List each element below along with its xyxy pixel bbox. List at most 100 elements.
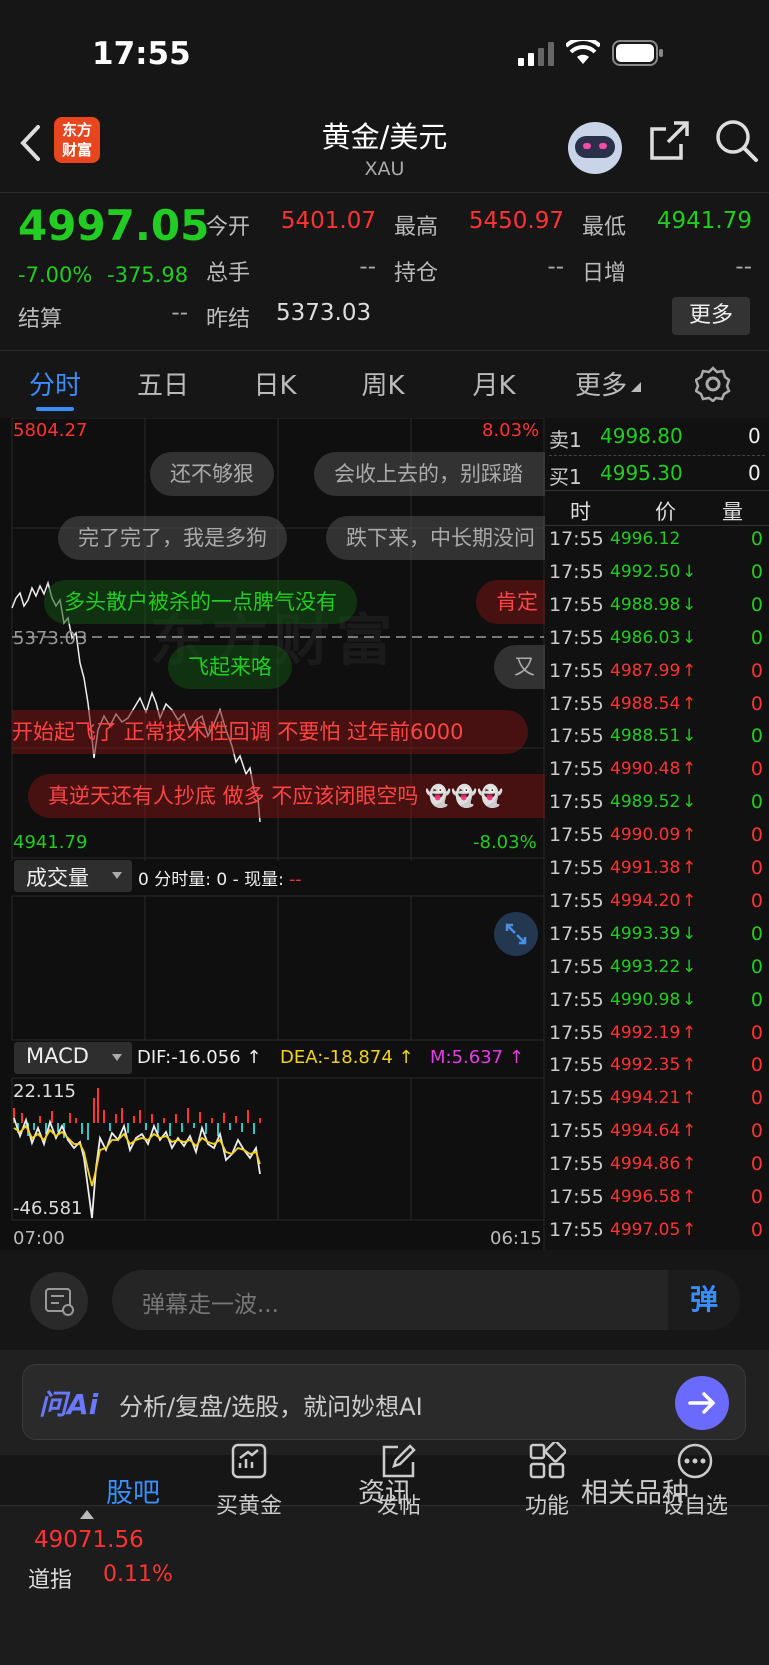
tab-5day[interactable]: 五日 <box>128 365 198 402</box>
tick-row: 17:55 4996.12 0 <box>547 528 769 561</box>
add-watchlist-button[interactable]: 设自选 <box>620 1442 769 1520</box>
index-name[interactable]: 道指 <box>28 1562 72 1594</box>
tick-arrow: ↑ <box>682 858 697 878</box>
macd-indicator-select[interactable]: MACD <box>14 1042 132 1074</box>
chevron-down-icon <box>112 1054 122 1061</box>
wifi-icon <box>566 40 600 64</box>
tick-price: 4994.86 <box>610 1154 681 1175</box>
open-label: 今开 <box>206 215 251 240</box>
post-button[interactable]: 发帖 <box>324 1442 474 1520</box>
functions-label: 功能 <box>524 1494 569 1519</box>
tick-volume: 0 <box>750 988 763 1011</box>
share-icon[interactable] <box>648 120 690 162</box>
tick-row: 17:55 4992.35 ↑ 0 <box>547 1054 769 1087</box>
status-time: 17:55 <box>92 36 191 72</box>
tab-weekly-k[interactable]: 周K <box>348 365 418 402</box>
tick-row: 17:55 4988.54 ↑ 0 <box>547 693 769 726</box>
tick-arrow: ↑ <box>682 1055 697 1076</box>
macd-top-value: 22.115 <box>13 1081 76 1102</box>
volume-value: -- <box>359 254 376 280</box>
status-bar: 17:55 <box>0 0 769 110</box>
tick-time: 17:55 <box>549 1087 604 1110</box>
tick-time: 17:55 <box>549 626 604 649</box>
search-icon[interactable] <box>714 118 760 164</box>
tick-time: 17:55 <box>549 922 604 945</box>
tick-price: 4997.05 <box>610 1219 681 1240</box>
chart-top-price: 5804.27 <box>13 420 88 441</box>
volume-indicator-select[interactable]: 成交量 <box>14 860 132 892</box>
functions-button[interactable]: 功能 <box>472 1442 622 1520</box>
danmaku-settings-icon <box>45 1288 74 1316</box>
grid-icon <box>529 1442 566 1479</box>
tick-volume: 0 <box>750 1054 763 1077</box>
chart-mid-price: 5373.03 <box>13 628 88 649</box>
prev-settle-label: 昨结 <box>206 307 251 332</box>
tick-price: 4990.48 <box>610 759 681 780</box>
tick-volume: 0 <box>750 659 763 682</box>
tab-intraday[interactable]: 分时 <box>20 365 90 402</box>
danmaku-settings-button[interactable] <box>30 1272 88 1330</box>
tick-row: 17:55 4986.03 ↓ 0 <box>547 627 769 660</box>
tick-arrow: ↑ <box>682 1022 697 1043</box>
tick-arrow: ↓ <box>682 726 697 747</box>
tick-time: 17:55 <box>549 725 604 748</box>
time-axis-start: 07:00 <box>13 1228 65 1249</box>
danmaku-send-button[interactable]: 弹 <box>668 1270 740 1330</box>
tick-arrow: ↓ <box>682 923 697 944</box>
tick-price: 4988.51 <box>610 726 681 747</box>
low-label: 最低 <box>582 215 627 240</box>
tick-price: 4991.38 <box>610 858 681 878</box>
tick-arrow: ↓ <box>682 594 697 615</box>
tick-row: 17:55 4992.50 ↓ 0 <box>547 561 769 594</box>
danmaku-item: 多头散户被杀的一点脾气没有 <box>44 580 357 624</box>
buy1-label: 买1 <box>549 465 582 489</box>
macd-bottom-value: -46.581 <box>13 1198 83 1219</box>
index-pct[interactable]: 0.11% <box>103 1562 173 1587</box>
high-value: 5450.97 <box>468 208 564 234</box>
dropdown-triangle-icon <box>631 382 641 392</box>
tick-price: 4994.21 <box>610 1088 681 1109</box>
tab-more[interactable]: 更多 <box>566 365 636 402</box>
tick-volume: 0 <box>750 1153 763 1176</box>
open-value: 5401.07 <box>280 208 376 234</box>
ai-input[interactable]: 问Ai 分析/复盘/选股，就问妙想AI <box>22 1364 746 1440</box>
robot-avatar-icon[interactable] <box>565 118 625 176</box>
volume-indicator-label: 成交量 <box>26 866 89 890</box>
chart-bottom-pct: -8.03% <box>473 832 537 853</box>
danmaku-input[interactable]: 弹幕走一波... 弹 <box>112 1270 740 1330</box>
tick-volume: 0 <box>750 1087 763 1110</box>
tick-price: 4990.98 <box>610 989 681 1010</box>
more-button[interactable]: 更多 <box>672 297 750 335</box>
settings-icon[interactable] <box>695 366 731 402</box>
buy-gold-button[interactable]: 买黄金 <box>174 1442 324 1520</box>
tab-monthly-k[interactable]: 月K <box>459 365 529 402</box>
macd-dea-line <box>13 1124 261 1187</box>
settle-value: -- <box>171 300 188 326</box>
danmaku-text: 真逆天还有人抄底 做多 不应该闭眼空吗 <box>48 784 419 808</box>
macd-dif: DIF:-16.056 ↑ <box>137 1047 262 1068</box>
tab-daily-k[interactable]: 日K <box>240 365 310 402</box>
index-value[interactable]: 49071.56 <box>34 1527 144 1553</box>
tick-time: 17:55 <box>549 758 604 781</box>
danmaku-placeholder: 弹幕走一波... <box>142 1292 279 1318</box>
ticks-header: 时 价 量 <box>545 490 769 526</box>
arrow-right-icon <box>688 1392 716 1414</box>
expand-button[interactable] <box>494 912 538 956</box>
chart-bottom-price: 4941.79 <box>13 832 88 853</box>
tick-arrow: ↑ <box>682 1187 697 1207</box>
danmaku-item: 肯定 <box>476 580 545 624</box>
tick-arrow: ↑ <box>682 1088 697 1109</box>
tick-price: 4988.54 <box>610 693 681 714</box>
volume-info-text: 0 分时量: 0 - 现量: <box>138 870 290 890</box>
ai-submit-button[interactable] <box>675 1376 729 1430</box>
tick-price: 4996.58 <box>610 1187 681 1207</box>
tick-volume: 0 <box>750 857 763 879</box>
tick-volume: 0 <box>750 692 763 715</box>
expand-icon <box>505 923 527 945</box>
tick-volume: 0 <box>750 626 763 649</box>
ai-placeholder: 分析/复盘/选股，就问妙想AI <box>119 1393 423 1421</box>
settle-label: 结算 <box>18 307 63 332</box>
volume-current: -- <box>289 870 302 890</box>
chart-up-icon <box>231 1443 267 1479</box>
tick-time: 17:55 <box>549 1120 604 1143</box>
